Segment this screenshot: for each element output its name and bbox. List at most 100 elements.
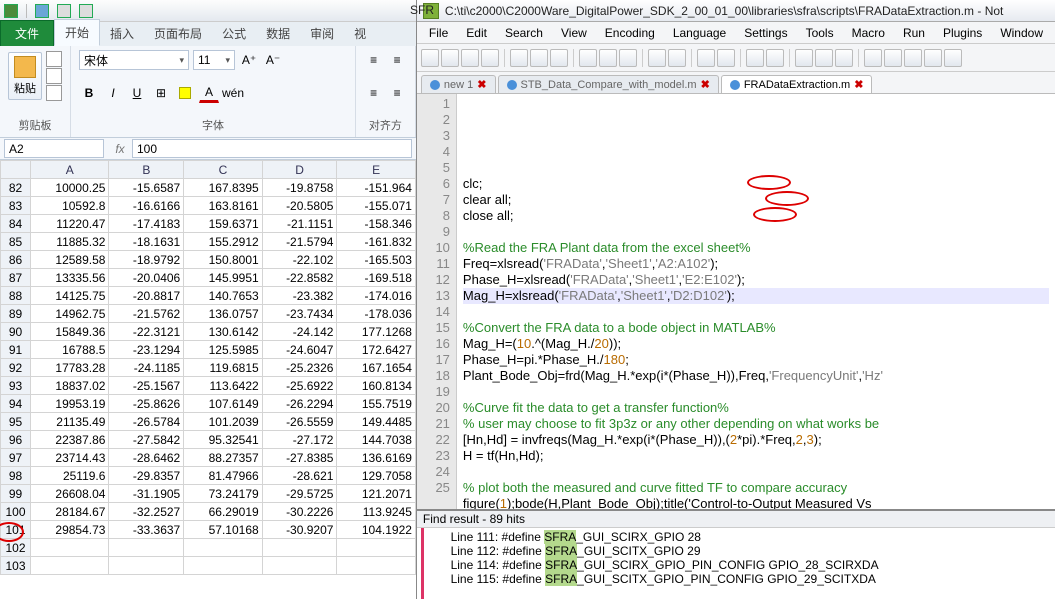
cell[interactable]: -155.071 [337, 197, 415, 215]
cell[interactable]: 144.7038 [337, 431, 415, 449]
table-row[interactable]: 8612589.58-18.9792150.8001-22.102-165.50… [1, 251, 416, 269]
cell[interactable]: -21.5762 [109, 305, 184, 323]
code-editor[interactable]: 1234567891011121314151617181920212223242… [417, 94, 1055, 509]
cell[interactable]: -22.102 [262, 251, 337, 269]
ribbon-tab-formula[interactable]: 公式 [212, 21, 256, 46]
cell[interactable]: -16.6166 [109, 197, 184, 215]
fx-label[interactable]: fx [108, 138, 132, 159]
cell[interactable]: -169.518 [337, 269, 415, 287]
cell[interactable]: 155.7519 [337, 395, 415, 413]
row-header-85[interactable]: 85 [1, 233, 31, 251]
tool-replace-icon[interactable] [717, 49, 735, 67]
tab-close-icon[interactable]: ✖ [854, 78, 863, 91]
cell[interactable]: 136.0757 [184, 305, 262, 323]
cell[interactable]: 113.6422 [184, 377, 262, 395]
cell[interactable]: -28.6462 [109, 449, 184, 467]
cell[interactable]: -24.1185 [109, 359, 184, 377]
row-header-84[interactable]: 84 [1, 215, 31, 233]
row-header-86[interactable]: 86 [1, 251, 31, 269]
cell[interactable]: 107.6149 [184, 395, 262, 413]
border-button[interactable]: ⊞ [151, 83, 171, 103]
cell[interactable]: 101.2039 [184, 413, 262, 431]
cell[interactable]: 17783.28 [31, 359, 109, 377]
tab-close-icon[interactable]: ✖ [477, 78, 486, 91]
cell[interactable]: -27.172 [262, 431, 337, 449]
cell[interactable]: 14125.75 [31, 287, 109, 305]
code-line[interactable]: Plant_Bode_Obj=frd(Mag_H.*exp(i*(Phase_H… [463, 368, 1049, 384]
find-result-line[interactable]: Line 114: #define SFRA_GUI_SCIRX_GPIO_PI… [444, 558, 1051, 572]
table-row[interactable]: 102 [1, 539, 416, 557]
tool-zoomin-icon[interactable] [746, 49, 764, 67]
row-header-82[interactable]: 82 [1, 179, 31, 197]
code-line[interactable]: Freq=xlsread('FRAData','Sheet1','A2:A102… [463, 256, 1049, 272]
cell[interactable]: 88.27357 [184, 449, 262, 467]
cell[interactable]: 125.5985 [184, 341, 262, 359]
table-row[interactable]: 8310592.8-16.6166163.8161-20.5805-155.07… [1, 197, 416, 215]
cell[interactable]: 160.8134 [337, 377, 415, 395]
cell[interactable]: 177.1268 [337, 323, 415, 341]
code-line[interactable] [463, 384, 1049, 400]
code-line[interactable]: Mag_H=xlsread('FRAData','Sheet1','D2:D10… [463, 288, 1049, 304]
tool-allchars-icon[interactable] [815, 49, 833, 67]
cell[interactable]: 19953.19 [31, 395, 109, 413]
cell[interactable]: 167.8395 [184, 179, 262, 197]
table-row[interactable]: 103 [1, 557, 416, 575]
select-all-corner[interactable] [1, 161, 31, 179]
code-area[interactable]: clc;clear all;close all;%Read the FRA Pl… [457, 94, 1055, 509]
code-line[interactable]: % user may choose to fit 3p3z or any oth… [463, 416, 1049, 432]
cell[interactable]: -23.1294 [109, 341, 184, 359]
editor-tab[interactable]: new 1✖ [421, 75, 496, 93]
font-name-combo[interactable]: 宋体 [79, 50, 189, 70]
cell[interactable]: 73.24179 [184, 485, 262, 503]
ribbon-tab-review[interactable]: 审阅 [300, 21, 344, 46]
menu-search[interactable]: Search [497, 24, 551, 42]
cell[interactable] [337, 539, 415, 557]
cell[interactable]: 136.6169 [337, 449, 415, 467]
cell[interactable]: -24.6047 [262, 341, 337, 359]
cell[interactable]: 11885.32 [31, 233, 109, 251]
code-line[interactable]: Mag_H=(10.^(Mag_H./20)); [463, 336, 1049, 352]
menu-settings[interactable]: Settings [736, 24, 795, 42]
cell[interactable]: 29854.73 [31, 521, 109, 539]
row-header-92[interactable]: 92 [1, 359, 31, 377]
cell[interactable]: -23.382 [262, 287, 337, 305]
cell[interactable]: 21135.49 [31, 413, 109, 431]
tool-cut-icon[interactable] [579, 49, 597, 67]
tool-new-icon[interactable] [421, 49, 439, 67]
phonetic-button[interactable]: wén [223, 83, 243, 103]
cell[interactable]: -178.036 [337, 305, 415, 323]
copy-icon[interactable] [46, 68, 62, 84]
code-line[interactable] [463, 464, 1049, 480]
grow-font-button[interactable]: A⁺ [239, 50, 259, 70]
cell[interactable]: 129.7058 [337, 467, 415, 485]
cell[interactable]: -28.621 [262, 467, 337, 485]
code-line[interactable] [463, 224, 1049, 240]
table-row[interactable]: 9825119.6-29.835781.47966-28.621129.7058 [1, 467, 416, 485]
tool-print-icon[interactable] [550, 49, 568, 67]
cell[interactable]: 113.9245 [337, 503, 415, 521]
cell[interactable]: 159.6371 [184, 215, 262, 233]
code-line[interactable]: %Curve fit the data to get a transfer fu… [463, 400, 1049, 416]
ribbon-tab-view[interactable]: 视 [344, 21, 376, 46]
cell[interactable]: -32.2527 [109, 503, 184, 521]
cell[interactable]: -27.8385 [262, 449, 337, 467]
align-center-button[interactable]: ≡ [387, 83, 407, 103]
cell[interactable]: -25.1567 [109, 377, 184, 395]
tool-close-icon[interactable] [510, 49, 528, 67]
menu-window[interactable]: Window [992, 24, 1051, 42]
row-header-94[interactable]: 94 [1, 395, 31, 413]
cell[interactable]: 13335.56 [31, 269, 109, 287]
cell[interactable]: -33.3637 [109, 521, 184, 539]
table-row[interactable]: 8914962.75-21.5762136.0757-23.7434-178.0… [1, 305, 416, 323]
find-results-body[interactable]: Line 111: #define SFRA_GUI_SCIRX_GPIO 28… [421, 528, 1055, 599]
cell[interactable]: -27.5842 [109, 431, 184, 449]
tool-macro-save-icon[interactable] [944, 49, 962, 67]
table-row[interactable]: 9217783.28-24.1185119.6815-25.2326167.16… [1, 359, 416, 377]
code-line[interactable]: Phase_H=xlsread('FRAData','Sheet1','E2:E… [463, 272, 1049, 288]
cut-icon[interactable] [46, 51, 62, 67]
cell[interactable]: 172.6427 [337, 341, 415, 359]
spreadsheet-grid[interactable]: ABCDE8210000.25-15.6587167.8395-19.8758-… [0, 160, 416, 599]
cell[interactable]: -174.016 [337, 287, 415, 305]
cell[interactable] [262, 539, 337, 557]
ribbon-tab-file[interactable]: 文件 [0, 20, 54, 46]
